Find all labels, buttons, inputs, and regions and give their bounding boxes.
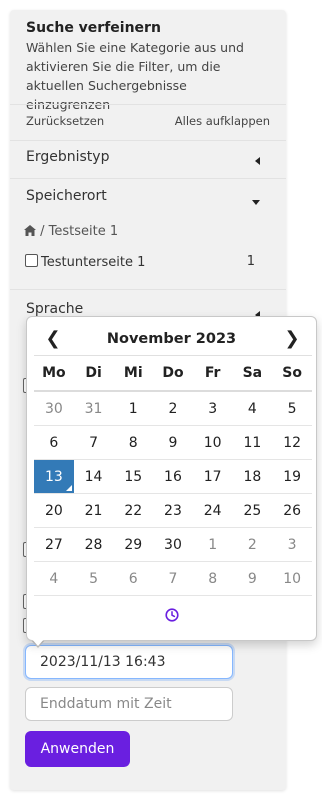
end-date-input[interactable]: Enddatum mit Zeit — [25, 687, 233, 721]
filter-toolbar: Zurücksetzen Alles aufklappen — [26, 114, 270, 130]
calendar-header: ❮ November 2023 ❯ — [27, 323, 316, 355]
calendar-day[interactable]: 2 — [153, 391, 193, 426]
filter-option-label: Testunterseite 1 — [41, 255, 146, 270]
calendar-day[interactable]: 17 — [192, 459, 233, 494]
filter-title: Suche verfeinern — [26, 20, 161, 36]
section-label: Speicherort — [26, 188, 107, 204]
calendar-day[interactable]: 3 — [272, 527, 312, 562]
calendar-day[interactable]: 5 — [73, 561, 114, 596]
calendar-day[interactable]: 6 — [113, 561, 154, 596]
calendar-day[interactable]: 31 — [73, 391, 114, 426]
calendar-day[interactable]: 18 — [232, 459, 273, 494]
calendar-day[interactable]: 8 — [192, 561, 233, 596]
calendar-day[interactable]: 1 — [113, 391, 154, 426]
calendar-day[interactable]: 22 — [113, 493, 154, 528]
selected-day-label: 13 — [44, 468, 63, 485]
calendar-day[interactable]: 12 — [272, 425, 312, 460]
calendar-day[interactable]: 14 — [73, 459, 114, 494]
breadcrumb-separator: / — [40, 224, 45, 239]
popup-pointer-inner — [31, 638, 45, 646]
home-icon[interactable] — [24, 225, 36, 236]
calendar-day[interactable]: 21 — [73, 493, 114, 528]
breadcrumb: / Testseite 1 — [24, 224, 118, 239]
calendar-day[interactable]: 30 — [34, 391, 74, 426]
calendar-grid: Mo Di Mi Do Fr Sa So 30 31 1 2 3 4 5 6 7 — [34, 355, 312, 596]
section-speicherort[interactable]: Speicherort — [10, 180, 286, 218]
next-month-icon[interactable]: ❯ — [280, 327, 304, 351]
calendar-day[interactable]: 3 — [192, 391, 233, 426]
section-label: Ergebnistyp — [26, 149, 110, 165]
month-label[interactable]: November 2023 — [27, 327, 316, 351]
calendar-day[interactable]: 4 — [34, 561, 74, 596]
caret-down-icon — [252, 200, 260, 205]
calendar-day[interactable]: 4 — [232, 391, 273, 426]
calendar-day[interactable]: 7 — [153, 561, 193, 596]
calendar-day[interactable]: 26 — [272, 493, 312, 528]
section-ergebnistyp[interactable]: Ergebnistyp — [10, 141, 286, 179]
clock-icon[interactable] — [165, 608, 179, 622]
filter-description: Wählen Sie eine Kategorie aus und aktivi… — [26, 40, 244, 112]
calendar-day[interactable]: 28 — [73, 527, 114, 562]
calendar-day[interactable]: 9 — [153, 425, 193, 460]
weekday-header: Mi — [113, 355, 154, 392]
filter-option-row[interactable]: Testunterseite 1 1 — [25, 254, 255, 270]
weekday-header: Di — [73, 355, 114, 392]
caret-left-icon — [255, 157, 260, 165]
filter-header: Suche verfeinern Wählen Sie eine Kategor… — [10, 10, 286, 114]
datetime-picker: ❮ November 2023 ❯ Mo Di Mi Do Fr Sa So 3… — [26, 316, 317, 641]
checkbox[interactable] — [25, 254, 38, 267]
section-label: Sprache — [26, 301, 84, 317]
weekday-header: Fr — [192, 355, 233, 392]
calendar-day[interactable]: 24 — [192, 493, 233, 528]
calendar-day[interactable]: 8 — [113, 425, 154, 460]
calendar-day[interactable]: 23 — [153, 493, 193, 528]
calendar-day[interactable]: 15 — [113, 459, 154, 494]
calendar-day[interactable]: 10 — [192, 425, 233, 460]
calendar-day[interactable]: 10 — [272, 561, 312, 596]
calendar-day[interactable]: 25 — [232, 493, 273, 528]
calendar-day[interactable]: 5 — [272, 391, 312, 426]
divider — [10, 178, 286, 179]
expand-all-link[interactable]: Alles aufklappen — [175, 114, 270, 128]
calendar-day[interactable]: 2 — [232, 527, 273, 562]
apply-button[interactable]: Anwenden — [25, 731, 130, 767]
calendar-day[interactable]: 6 — [34, 425, 74, 460]
filter-option-count: 1 — [246, 254, 255, 269]
calendar-day-selected[interactable]: 13 — [34, 459, 74, 494]
weekday-header: Sa — [232, 355, 273, 392]
calendar-day[interactable]: 29 — [113, 527, 154, 562]
reset-link[interactable]: Zurücksetzen — [26, 114, 104, 128]
calendar-day[interactable]: 20 — [34, 493, 74, 528]
start-date-input[interactable]: 2023/11/13 16:43 — [25, 645, 233, 679]
breadcrumb-page[interactable]: Testseite 1 — [49, 224, 118, 239]
calendar-day[interactable]: 11 — [232, 425, 273, 460]
divider — [10, 289, 286, 290]
calendar-day[interactable]: 19 — [272, 459, 312, 494]
calendar-day[interactable]: 16 — [153, 459, 193, 494]
calendar-day[interactable]: 27 — [34, 527, 74, 562]
calendar-day[interactable]: 30 — [153, 527, 193, 562]
divider — [10, 104, 286, 105]
calendar-day[interactable]: 1 — [192, 527, 233, 562]
weekday-header: So — [272, 355, 312, 392]
calendar-day[interactable]: 9 — [232, 561, 273, 596]
calendar-day[interactable]: 7 — [73, 425, 114, 460]
weekday-header: Mo — [34, 355, 74, 392]
today-marker-icon — [65, 485, 72, 491]
weekday-header: Do — [153, 355, 193, 392]
